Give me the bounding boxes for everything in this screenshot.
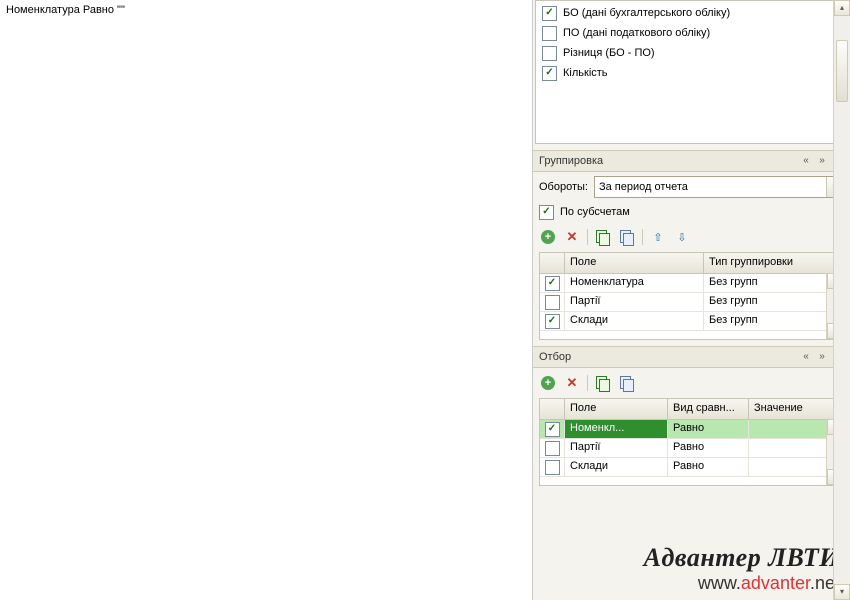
add-button[interactable]: + [539,374,557,392]
turnovers-combo[interactable]: За период отчета ▼ [594,176,844,198]
indicator-checkbox[interactable] [542,6,557,21]
table-row[interactable]: ПартіїБез групп [540,293,843,312]
grouping-title: Группировка [539,155,800,167]
scroll-down-icon[interactable]: ▾ [834,584,850,600]
filter-section-header[interactable]: Отбор « » ▾ [533,346,850,368]
grouping-toolbar: + ✕ ⇧ ⇩ [533,222,850,252]
filter-grid[interactable]: Поле Вид сравн... Значение Номенкл...Рав… [539,398,844,486]
filter-toolbar: + ✕ [533,368,850,398]
arrow-up-icon: ⇧ [653,231,662,244]
toolbar-separator [587,375,588,391]
copy-button[interactable] [594,228,612,246]
duplicate-icon [620,230,634,244]
table-row[interactable]: НоменклатураБез групп [540,274,843,293]
row-checkbox[interactable] [545,460,560,475]
cell-type[interactable]: Без групп [704,312,843,330]
cell-type[interactable]: Без групп [704,274,843,292]
indicator-row[interactable]: БО (дані бухгалтерського обліку) [540,3,839,23]
indicator-row[interactable]: Різниця (БО - ПО) [540,43,839,63]
delete-button[interactable]: ✕ [563,228,581,246]
indicator-label: Різниця (БО - ПО) [563,47,655,59]
by-subaccounts-label: По субсчетам [560,206,630,218]
indicator-checkbox[interactable] [542,26,557,41]
section-collapse-right-icon[interactable]: » [816,155,828,167]
move-up-button[interactable]: ⇧ [649,228,667,246]
turnovers-row: Обороты: За период отчета ▼ [533,172,850,202]
grouping-section-header[interactable]: Группировка « » ▾ [533,150,850,172]
column-value[interactable]: Значение [749,399,843,419]
turnovers-label: Обороты: [539,181,588,193]
toolbar-separator [587,229,588,245]
scroll-thumb[interactable] [836,40,848,102]
plus-icon: + [541,376,555,390]
indicator-label: БО (дані бухгалтерського обліку) [563,7,730,19]
pane-scrollbar[interactable]: ▴ ▾ [833,0,850,600]
cell-compare[interactable]: Равно [668,439,749,457]
table-row[interactable]: Номенкл...Равно [540,420,843,439]
table-row[interactable]: ПартіїРавно [540,439,843,458]
checkbox-header [540,399,565,419]
column-field[interactable]: Поле [565,253,704,273]
copy-button[interactable] [594,374,612,392]
cell-field[interactable]: Номенклатура [565,274,704,292]
cell-compare[interactable]: Равно [668,458,749,476]
grouping-grid-header: Поле Тип группировки [540,253,843,274]
add-button[interactable]: + [539,228,557,246]
cell-compare[interactable]: Равно [668,420,749,438]
column-field[interactable]: Поле [565,399,668,419]
filter-preview-text: Номенклатура Равно "" [6,4,125,16]
indicator-checkbox[interactable] [542,66,557,81]
copy-icon [596,230,610,244]
cell-field[interactable]: Склади [565,312,704,330]
indicator-row[interactable]: ПО (дані податкового обліку) [540,23,839,43]
cell-field[interactable]: Партії [565,293,704,311]
row-checkbox[interactable] [545,441,560,456]
duplicate-button[interactable] [618,374,636,392]
row-checkbox[interactable] [545,295,560,310]
indicator-checkbox[interactable] [542,46,557,61]
move-down-button[interactable]: ⇩ [673,228,691,246]
row-checkbox[interactable] [545,276,560,291]
grouping-grid[interactable]: Поле Тип группировки НоменклатураБез гру… [539,252,844,340]
indicator-row[interactable]: Кількість [540,63,839,83]
scroll-up-icon[interactable]: ▴ [834,0,850,16]
row-checkbox[interactable] [545,314,560,329]
copy-icon [596,376,610,390]
row-checkbox[interactable] [545,422,560,437]
cell-field[interactable]: Склади [565,458,668,476]
duplicate-button[interactable] [618,228,636,246]
delete-icon: ✕ [567,375,578,391]
column-group-type[interactable]: Тип группировки [704,253,843,273]
indicators-panel: БО (дані бухгалтерського обліку) ПО (дані… [535,0,844,144]
cell-field[interactable]: Партії [565,439,668,457]
indicator-label: ПО (дані податкового обліку) [563,27,710,39]
filter-grid-header: Поле Вид сравн... Значение [540,399,843,420]
arrow-down-icon: ⇩ [677,231,686,244]
filter-title: Отбор [539,351,800,363]
duplicate-icon [620,376,634,390]
checkbox-header [540,253,565,273]
indicator-label: Кількість [563,67,608,79]
settings-pane: БО (дані бухгалтерського обліку) ПО (дані… [533,0,850,600]
table-row[interactable]: СкладиРавно [540,458,843,477]
section-collapse-right-icon[interactable]: » [816,351,828,363]
section-collapse-left-icon[interactable]: « [800,351,812,363]
by-subaccounts-row[interactable]: По субсчетам [533,202,850,222]
table-row[interactable]: СкладиБез групп [540,312,843,331]
cell-field[interactable]: Номенкл... [565,420,668,438]
plus-icon: + [541,230,555,244]
column-compare[interactable]: Вид сравн... [668,399,749,419]
by-subaccounts-checkbox[interactable] [539,205,554,220]
toolbar-separator [642,229,643,245]
delete-icon: ✕ [567,229,578,245]
delete-button[interactable]: ✕ [563,374,581,392]
filter-preview-pane: Номенклатура Равно "" [0,0,533,600]
cell-type[interactable]: Без групп [704,293,843,311]
section-collapse-left-icon[interactable]: « [800,155,812,167]
turnovers-value: За период отчета [599,181,688,193]
